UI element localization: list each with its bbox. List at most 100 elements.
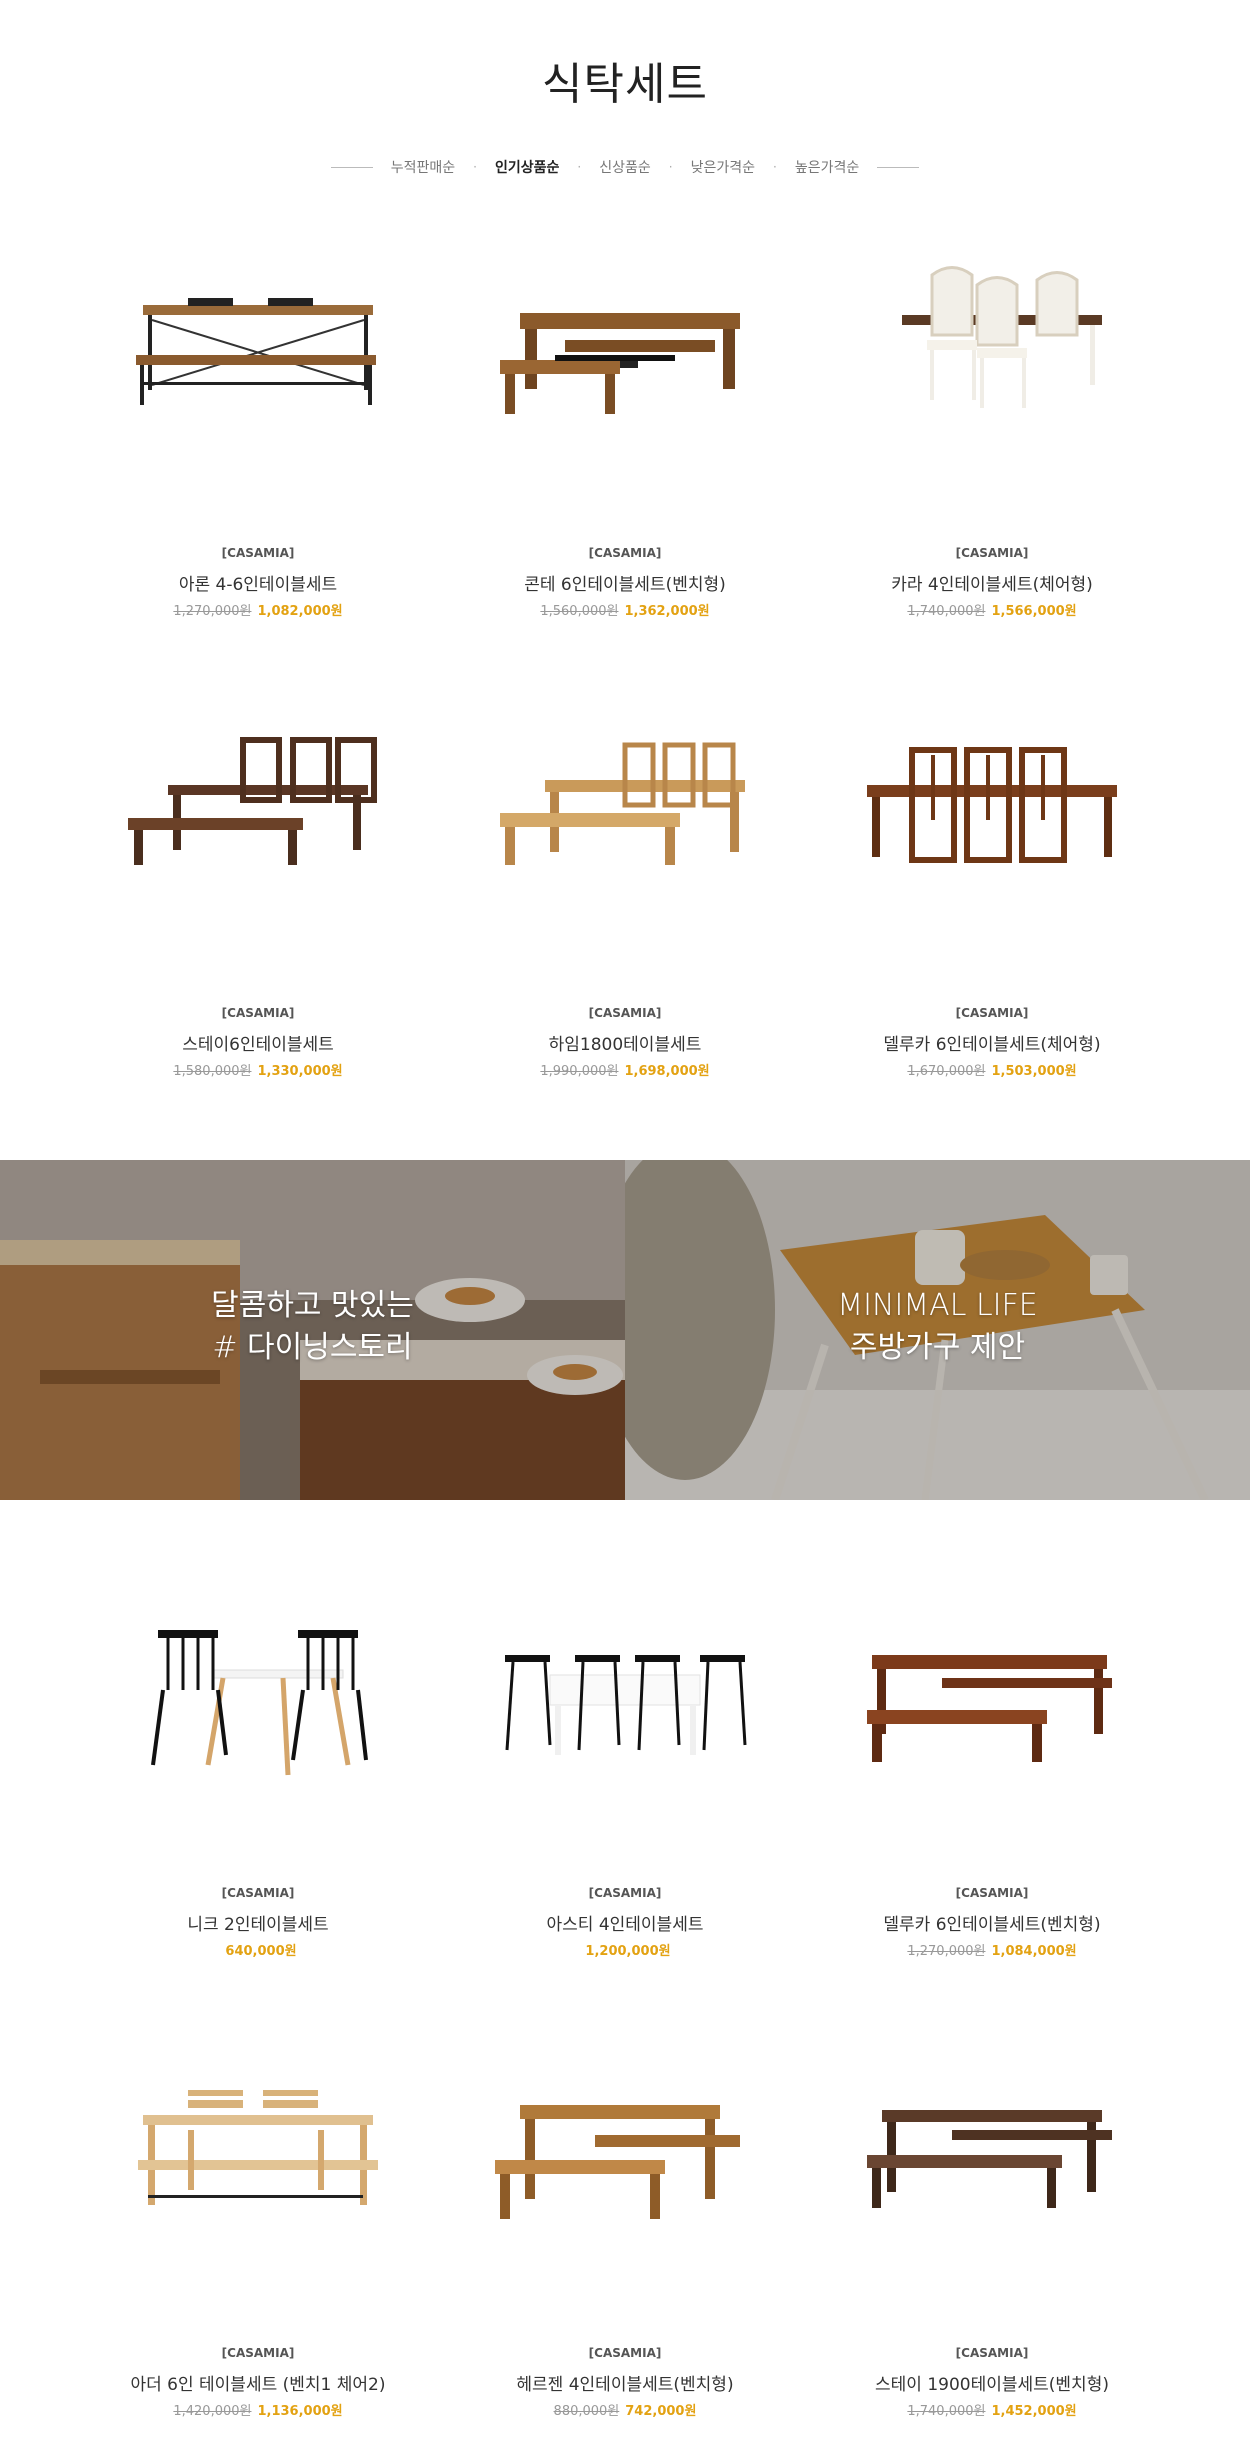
product-image[interactable] xyxy=(455,210,795,540)
sale-price: 1,136,000원 xyxy=(257,2404,343,2419)
page-title: 식탁세트 xyxy=(542,59,708,110)
product-name[interactable]: 카라 4인테이블세트(체어형) xyxy=(822,570,1162,595)
product-card[interactable]: [CASAMIA] 스테이6인테이블세트 1,580,000원 1,330,000… xyxy=(88,670,428,1080)
sort-separator: · xyxy=(668,160,673,174)
product-image[interactable] xyxy=(455,1550,795,1880)
product-card[interactable]: [CASAMIA] 아론 4-6인테이블세트 1,270,000원 1,082,0… xyxy=(88,210,428,620)
sort-option-sales[interactable]: 누적판매순 xyxy=(391,157,455,177)
original-price: 1,560,000원 xyxy=(540,604,619,619)
product-name[interactable]: 아더 6인 테이블세트 (벤치1 체어2) xyxy=(88,2370,428,2395)
original-price: 1,740,000원 xyxy=(907,604,986,619)
product-brand: [CASAMIA] xyxy=(588,1886,662,1900)
product-name[interactable]: 아론 4-6인테이블세트 xyxy=(88,570,428,595)
product-card[interactable]: [CASAMIA] 하임1800테이블세트 1,990,000원 1,698,00… xyxy=(455,670,795,1080)
original-price: 1,740,000원 xyxy=(907,2404,986,2419)
product-image[interactable] xyxy=(822,210,1162,540)
sort-option-low-price[interactable]: 낮은가격순 xyxy=(691,157,755,177)
product-card[interactable]: [CASAMIA] 니크 2인테이블세트 640,000원 xyxy=(88,1550,428,1960)
sale-price: 1,200,000원 xyxy=(585,1944,671,1959)
product-prices: 640,000원 xyxy=(88,1940,428,1960)
promo-banner-minimal-life[interactable]: MINIMAL LIFE 주방가구 제안 xyxy=(625,1160,1250,1500)
product-image[interactable] xyxy=(88,1550,428,1880)
dining-set-image xyxy=(138,2090,378,2205)
product-prices: 880,000원 742,000원 xyxy=(455,2400,795,2420)
dining-set-image xyxy=(128,737,377,865)
promo-banner-dining-story[interactable]: 달콤하고 맛있는 # 다이닝스토리 xyxy=(0,1160,625,1500)
product-prices: 1,270,000원 1,084,000원 xyxy=(822,1940,1162,1960)
sort-option-popular[interactable]: 인기상품순 xyxy=(495,157,559,177)
product-name[interactable]: 델루카 6인테이블세트(벤치형) xyxy=(822,1910,1162,1935)
sort-option-new[interactable]: 신상품순 xyxy=(599,157,651,177)
banner-line-2: # 다이닝스토리 xyxy=(212,1330,413,1365)
product-card[interactable]: [CASAMIA] 아더 6인 테이블세트 (벤치1 체어2) 1,420,00… xyxy=(88,2010,428,2420)
sale-price: 1,330,000원 xyxy=(257,1064,343,1079)
product-name[interactable]: 델루카 6인테이블세트(체어형) xyxy=(822,1030,1162,1055)
product-name[interactable]: 스테이 1900테이블세트(벤치형) xyxy=(822,2370,1162,2395)
original-price: 1,270,000원 xyxy=(907,1944,986,1959)
product-brand: [CASAMIA] xyxy=(221,2346,295,2360)
sale-price: 1,084,000원 xyxy=(991,1944,1077,1959)
product-card[interactable]: [CASAMIA] 카라 4인테이블세트(체어형) 1,740,000원 1,56… xyxy=(822,210,1162,620)
product-brand: [CASAMIA] xyxy=(955,1006,1029,1020)
sale-price: 1,698,000원 xyxy=(624,1064,710,1079)
dining-set-image xyxy=(867,2110,1112,2208)
sale-price: 640,000원 xyxy=(225,1944,297,1959)
dining-set-image xyxy=(867,747,1117,863)
product-card[interactable]: [CASAMIA] 델루카 6인테이블세트(체어형) 1,670,000원 1,5… xyxy=(822,670,1162,1080)
product-prices: 1,560,000원 1,362,000원 xyxy=(455,600,795,620)
sort-bar: 누적판매순 · 인기상품순 · 신상품순 · 낮은가격순 · 높은가격순 xyxy=(0,155,1250,179)
product-name[interactable]: 콘테 6인테이블세트(벤치형) xyxy=(455,570,795,595)
sale-price: 1,362,000원 xyxy=(624,604,710,619)
product-image[interactable] xyxy=(822,1550,1162,1880)
original-price: 1,670,000원 xyxy=(907,1064,986,1079)
product-image[interactable] xyxy=(455,2010,795,2340)
product-brand: [CASAMIA] xyxy=(588,546,662,560)
dining-set-image xyxy=(136,298,376,405)
product-prices: 1,740,000원 1,566,000원 xyxy=(822,600,1162,620)
product-card[interactable]: [CASAMIA] 헤르젠 4인테이블세트(벤치형) 880,000원 742,0… xyxy=(455,2010,795,2420)
product-brand: [CASAMIA] xyxy=(955,546,1029,560)
product-card[interactable]: [CASAMIA] 스테이 1900테이블세트(벤치형) 1,740,000원 1… xyxy=(822,2010,1162,2420)
product-brand: [CASAMIA] xyxy=(588,2346,662,2360)
product-brand: [CASAMIA] xyxy=(221,1886,295,1900)
product-image[interactable] xyxy=(88,210,428,540)
product-image[interactable] xyxy=(455,670,795,1000)
sort-line-right xyxy=(877,166,920,168)
dining-set-image xyxy=(505,1655,747,1755)
product-brand: [CASAMIA] xyxy=(955,1886,1029,1900)
sale-price: 1,503,000원 xyxy=(991,1064,1077,1079)
product-name[interactable]: 아스티 4인테이블세트 xyxy=(455,1910,795,1935)
banner-line-1: MINIMAL LIFE xyxy=(837,1288,1038,1323)
sort-separator: · xyxy=(473,160,477,174)
sort-option-high-price[interactable]: 높은가격순 xyxy=(795,157,859,177)
product-name[interactable]: 니크 2인테이블세트 xyxy=(88,1910,428,1935)
sale-price: 1,082,000원 xyxy=(257,604,343,619)
product-brand: [CASAMIA] xyxy=(221,1006,295,1020)
original-price: 880,000원 xyxy=(553,2404,620,2419)
original-price: 1,990,000원 xyxy=(540,1064,619,1079)
product-brand: [CASAMIA] xyxy=(221,546,295,560)
product-brand: [CASAMIA] xyxy=(588,1006,662,1020)
product-image[interactable] xyxy=(822,670,1162,1000)
banner-line-1: 달콤하고 맛있는 xyxy=(211,1288,414,1323)
dining-set-image xyxy=(902,266,1102,408)
product-card[interactable]: [CASAMIA] 델루카 6인테이블세트(벤치형) 1,270,000원 1,0… xyxy=(822,1550,1162,1960)
sort-separator: · xyxy=(773,160,777,174)
product-prices: 1,200,000원 xyxy=(455,1940,795,1960)
product-image[interactable] xyxy=(88,670,428,1000)
dining-set-image xyxy=(500,742,745,865)
original-price: 1,420,000원 xyxy=(173,2404,252,2419)
product-image[interactable] xyxy=(88,2010,428,2340)
sort-separator: · xyxy=(577,160,582,174)
product-name[interactable]: 헤르젠 4인테이블세트(벤치형) xyxy=(455,2370,795,2395)
product-prices: 1,990,000원 1,698,000원 xyxy=(455,1060,795,1080)
product-name[interactable]: 하임1800테이블세트 xyxy=(455,1030,795,1055)
dining-set-image xyxy=(867,1655,1112,1762)
product-prices: 1,580,000원 1,330,000원 xyxy=(88,1060,428,1080)
product-image[interactable] xyxy=(822,2010,1162,2340)
product-card[interactable]: [CASAMIA] 아스티 4인테이블세트 1,200,000원 xyxy=(455,1550,795,1960)
product-card[interactable]: [CASAMIA] 콘테 6인테이블세트(벤치형) 1,560,000원 1,36… xyxy=(455,210,795,620)
dining-set-image xyxy=(151,1630,368,1776)
product-name[interactable]: 스테이6인테이블세트 xyxy=(88,1030,428,1055)
original-price: 1,270,000원 xyxy=(173,604,252,619)
